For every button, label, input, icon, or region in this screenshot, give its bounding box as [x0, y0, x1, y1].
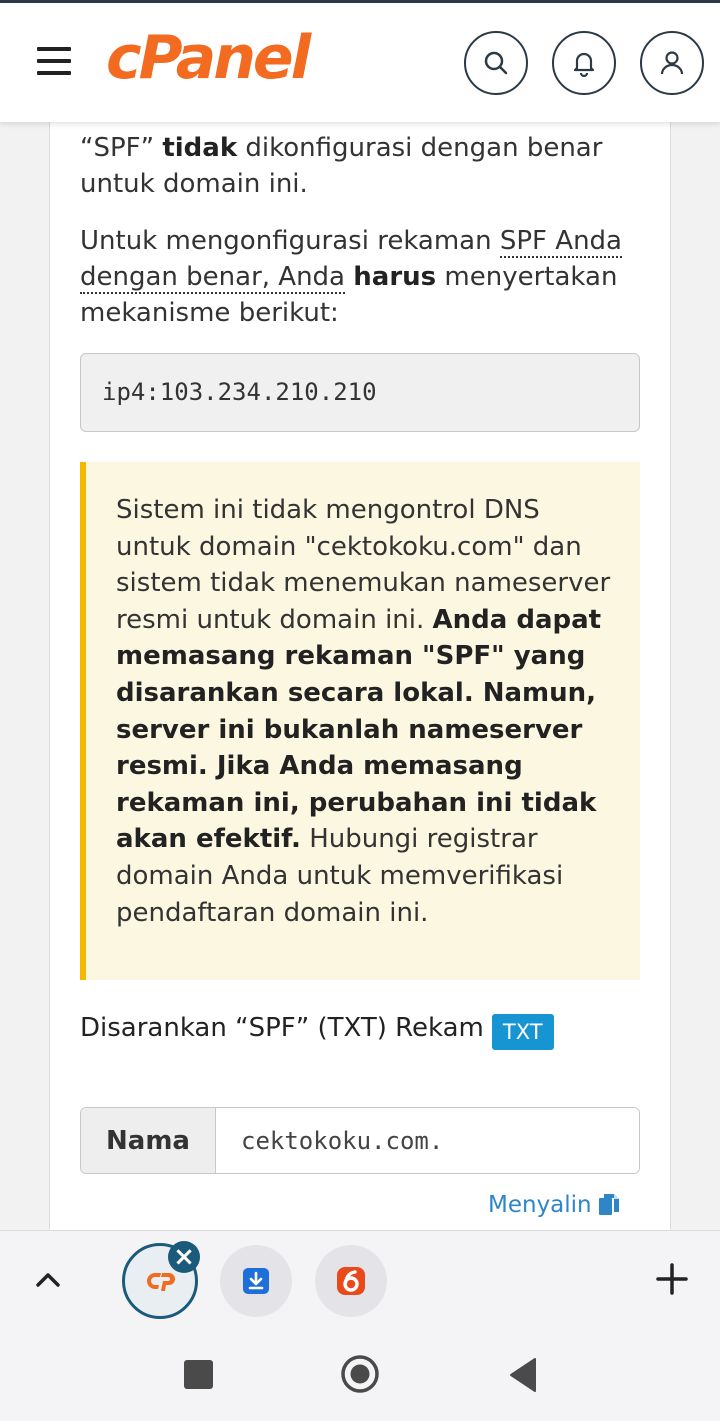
menu-icon[interactable] — [37, 47, 71, 79]
user-menu-button[interactable] — [640, 31, 704, 95]
spf-instruction-text: Untuk mengonfigurasi rekaman SPF Anda de… — [80, 226, 622, 328]
six-app-icon — [337, 1267, 365, 1295]
search-button[interactable] — [464, 31, 528, 95]
copy-button[interactable]: Menyalin — [488, 1188, 620, 1222]
record-type-badge: TXT — [491, 1014, 554, 1050]
warning-alert: Sistem ini tidak mengontrol DNS untuk do… — [80, 462, 640, 980]
system-navigation-bar — [0, 1329, 720, 1421]
close-tab-icon[interactable]: × — [168, 1241, 200, 1273]
chevron-up-icon[interactable] — [33, 1265, 63, 1295]
new-tab-icon[interactable] — [652, 1259, 692, 1299]
download-icon — [243, 1268, 269, 1294]
copy-label: Menyalin — [488, 1192, 592, 1218]
name-label: Nama — [81, 1108, 216, 1173]
cpanel-logo[interactable]: cPanel — [106, 25, 311, 91]
tab-download[interactable] — [220, 1245, 292, 1317]
suggested-record-heading: Disarankan “SPF” (TXT) Rekam TXT — [80, 1010, 554, 1050]
home-icon[interactable] — [340, 1354, 380, 1394]
top-bar: cPanel — [0, 0, 720, 122]
spf-status-text: “SPF” tidak dikonfigurasi dengan benar u… — [80, 133, 603, 199]
notifications-button[interactable] — [552, 31, 616, 95]
record-name-field: Nama cektokoku.com. — [80, 1107, 640, 1174]
tab-six-app[interactable] — [315, 1245, 387, 1317]
name-value[interactable]: cektokoku.com. — [216, 1108, 639, 1173]
bell-icon — [573, 52, 595, 77]
copy-icon — [598, 1194, 619, 1215]
spf-mechanism-box[interactable]: ip4:103.234.210.210 — [80, 353, 640, 432]
recent-apps-icon[interactable] — [184, 1360, 213, 1389]
user-icon — [660, 51, 684, 75]
browser-tab-bar: × — [0, 1230, 720, 1329]
back-icon[interactable] — [508, 1357, 538, 1393]
search-icon — [484, 51, 508, 75]
